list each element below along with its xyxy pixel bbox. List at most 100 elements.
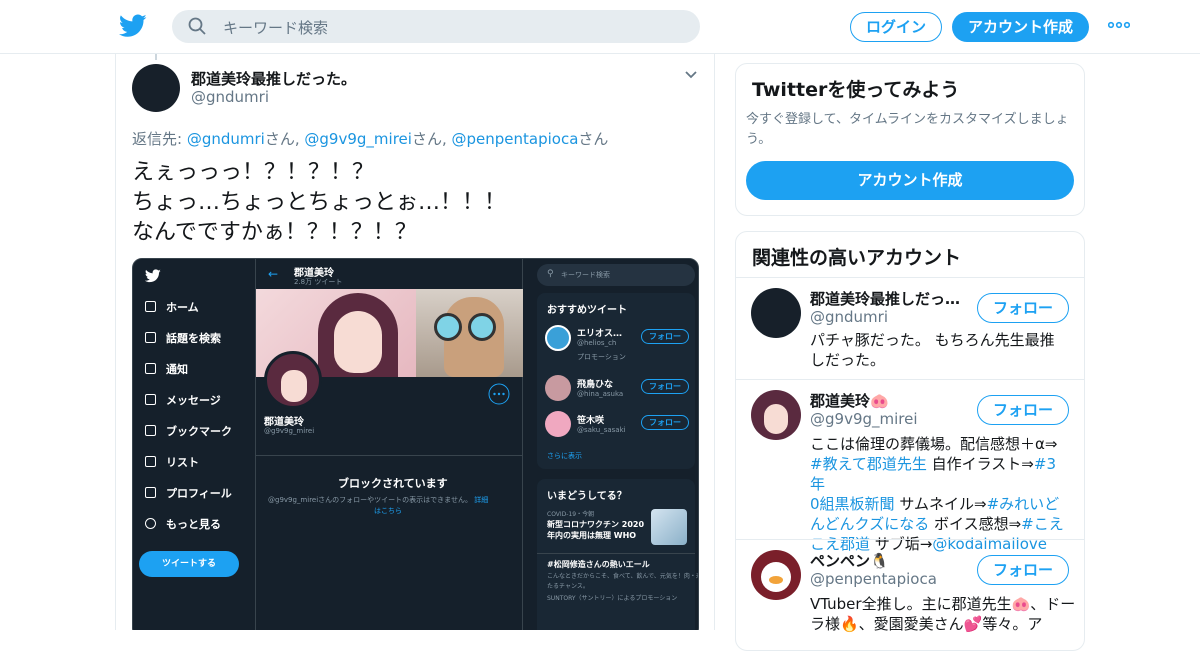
- bio-line: しだった。: [810, 351, 886, 369]
- author-avatar[interactable]: [132, 64, 180, 112]
- avatar-penguin-beak: [769, 576, 783, 584]
- media-follow-button: フォロー: [641, 329, 689, 344]
- media-follow-button: フォロー: [641, 415, 689, 430]
- media-trends-box: いまどうしてる？ COVID-19・今朝 新型コロナワクチン 2020 年内の実…: [537, 479, 698, 630]
- related-name[interactable]: ペンペン🐧: [810, 550, 889, 571]
- hashtag-link[interactable]: んどんクズになる: [810, 515, 929, 533]
- reply-prefix: 返信先:: [132, 130, 187, 148]
- media-nav-notifications: 通知: [145, 361, 188, 377]
- media-show-more: さらに表示: [547, 452, 582, 460]
- related-account[interactable]: 郡道美玲最推しだっ… @gndumri フォロー パチャ豚だった。 もちろん先生…: [736, 277, 1084, 380]
- search-icon: ⚲: [547, 269, 554, 279]
- bio-text: ボイス感想⇒: [929, 515, 1022, 533]
- follow-button[interactable]: フォロー: [977, 395, 1069, 425]
- bio-line: パチャ豚だった。 もちろん先生最推: [810, 331, 1055, 349]
- avatar-face: [281, 370, 307, 402]
- bio-text: サムネイル⇒: [894, 495, 987, 513]
- related-avatar[interactable]: [751, 550, 801, 600]
- author-handle[interactable]: @gndumri: [191, 88, 269, 106]
- related-handle[interactable]: @g9v9g_mirei: [810, 410, 918, 428]
- tweet-media-image[interactable]: ホーム 話題を検索 通知 メッセージ ブックマーク リスト プロフィール もっと…: [132, 258, 699, 630]
- hashtag-link[interactable]: #こえ: [1021, 515, 1064, 533]
- media-rec-handle: @hina_asuka: [577, 390, 624, 398]
- banner-anime-face: [334, 311, 382, 373]
- media-follow-button: フォロー: [641, 379, 689, 394]
- hashtag-link[interactable]: #みれいど: [987, 495, 1060, 513]
- media-trend-thumbnail: [651, 509, 687, 545]
- media-profile-handle: @g9v9g_mirei: [264, 427, 315, 435]
- media-nav-messages: メッセージ: [145, 392, 221, 408]
- avatar-face: [764, 404, 788, 434]
- try-card-desc-line: 今すぐ登録して、タイムラインをカスタマイズしましょ: [746, 112, 1069, 127]
- related-title: 関連性の高いアカウント: [752, 247, 962, 269]
- tweet-line: えぇっっっ！？！？！？: [132, 160, 375, 185]
- related-avatar[interactable]: [751, 288, 801, 338]
- login-button[interactable]: ログイン: [850, 12, 942, 42]
- media-rec-name: エリオス…: [577, 329, 623, 339]
- media-search-placeholder: キーワード検索: [561, 271, 610, 279]
- hashtag-link[interactable]: 0組黒板新聞: [810, 495, 895, 513]
- more-icon: [488, 383, 510, 405]
- media-nav-label: 話題を検索: [166, 332, 221, 345]
- reply-suffix: さん: [578, 130, 609, 148]
- media-trend-body: たるチャンス。: [547, 583, 589, 590]
- try-card-title: Twitterを使ってみよう: [752, 79, 960, 101]
- media-blocked-link-2: はこちら: [374, 507, 402, 515]
- tweet-line: ちょっ…ちょっとちょっとぉ…！！！: [132, 190, 507, 215]
- search-placeholder: キーワード検索: [223, 19, 329, 37]
- related-account[interactable]: ペンペン🐧 @penpentapioca フォロー VTuber全推し。主に郡道…: [736, 539, 1084, 650]
- media-rec-avatar: [545, 375, 571, 401]
- media-trend-meta: COVID-19・今朝: [547, 511, 595, 518]
- media-nav-profile: プロフィール: [145, 485, 232, 501]
- home-icon: [145, 301, 156, 312]
- reply-link-1[interactable]: @gndumri: [187, 130, 265, 148]
- media-nav-label: ホーム: [166, 301, 199, 314]
- follow-button[interactable]: フォロー: [977, 555, 1069, 585]
- media-tweet-button: ツイートする: [139, 551, 239, 577]
- media-profile-tweet-count: 2.8万 ツイート: [294, 278, 343, 286]
- back-arrow-icon: ←: [268, 267, 279, 281]
- top-bar: キーワード検索 ログイン アカウント作成: [0, 0, 1200, 54]
- media-rec-name: 笹木咲: [577, 416, 605, 426]
- media-nav-bookmarks: ブックマーク: [145, 423, 232, 439]
- try-twitter-card: Twitterを使ってみよう 今すぐ登録して、タイムラインをカスタマイズしましょ…: [735, 63, 1085, 216]
- try-card-desc-line: う。: [746, 132, 772, 147]
- search-box[interactable]: キーワード検索: [172, 10, 700, 43]
- divider: [256, 455, 523, 456]
- reply-sep: ,: [294, 130, 305, 148]
- hashtag-link[interactable]: #教えて郡道先生: [810, 455, 927, 473]
- reply-suffix: さん: [264, 130, 295, 148]
- try-card-desc: 今すぐ登録して、タイムラインをカスタマイズしましょ う。: [746, 110, 1069, 150]
- bio-line: VTuber全推し。主に郡道先生🐽、ドー: [810, 595, 1076, 613]
- twitter-logo-icon[interactable]: [119, 13, 147, 39]
- media-nav-label: プロフィール: [166, 487, 232, 500]
- tweet-detail: 郡道美玲最推しだった。 @gndumri 返信先: @gndumriさん, @g…: [115, 54, 715, 630]
- media-profile-name: 郡道美玲: [264, 417, 304, 428]
- media-trend-title: 年内の実用は無理 WHO: [547, 531, 637, 540]
- related-name[interactable]: 郡道美玲🐽: [810, 390, 889, 411]
- bio-text: ここは倫理の葬儀場。配信感想＋α⇒: [810, 435, 1058, 453]
- media-rec-avatar: [545, 325, 571, 351]
- media-profile-avatar: [264, 351, 322, 409]
- signup-button[interactable]: アカウント作成: [952, 12, 1089, 42]
- chevron-down-icon[interactable]: [684, 70, 698, 80]
- reply-to-line: 返信先: @gndumriさん, @g9v9g_mireiさん, @penpen…: [132, 128, 608, 149]
- related-handle[interactable]: @gndumri: [810, 308, 888, 326]
- reply-link-3[interactable]: @penpentapioca: [452, 130, 579, 148]
- more-icon[interactable]: [1108, 20, 1130, 30]
- related-handle[interactable]: @penpentapioca: [810, 570, 937, 588]
- media-nav-explore: 話題を検索: [145, 330, 221, 346]
- related-avatar[interactable]: [751, 390, 801, 440]
- media-trend-title: 新型コロナワクチン 2020: [547, 520, 645, 529]
- related-bio: VTuber全推し。主に郡道先生🐽、ドー ラ様🔥、愛園愛美さん💕等々。ア: [810, 594, 1076, 634]
- follow-button[interactable]: フォロー: [977, 293, 1069, 323]
- media-trends-title: いまどうしてる？: [547, 491, 627, 502]
- media-nav-lists: リスト: [145, 454, 199, 470]
- related-account[interactable]: 郡道美玲🐽 @g9v9g_mirei フォロー ここは倫理の葬儀場。配信感想＋α…: [736, 379, 1084, 553]
- signup-button-large[interactable]: アカウント作成: [746, 161, 1074, 200]
- media-search-box: ⚲ キーワード検索: [537, 264, 695, 286]
- related-name[interactable]: 郡道美玲最推しだっ…: [810, 288, 960, 309]
- media-rec-promo: プロモーション: [577, 353, 626, 361]
- reply-link-2[interactable]: @g9v9g_mirei: [304, 130, 412, 148]
- author-name[interactable]: 郡道美玲最推しだった。: [191, 68, 356, 89]
